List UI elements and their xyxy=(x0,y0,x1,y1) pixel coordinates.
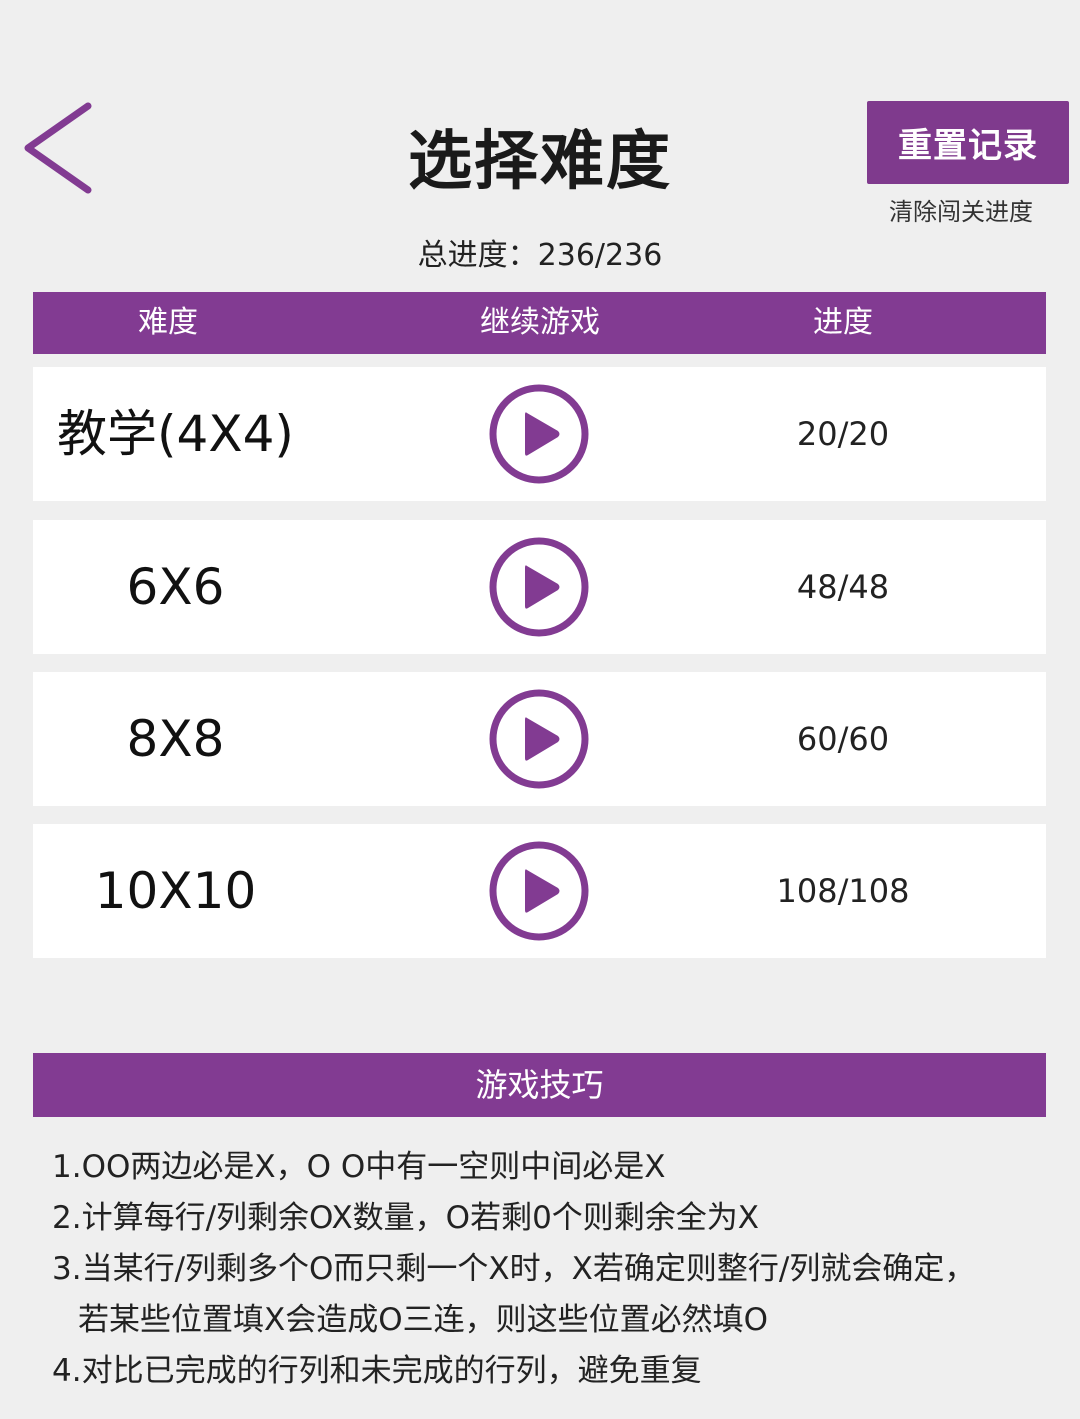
level-progress: 108/108 xyxy=(776,872,910,910)
level-row-6x6[interactable]: 6X6 48/48 xyxy=(33,520,1046,654)
level-name: 8X8 xyxy=(126,710,225,768)
total-progress: 总进度：236/236 xyxy=(417,238,663,273)
play-button[interactable] xyxy=(488,688,590,790)
tip-line: 1.OO两边必是X，O O中有一空则中间必是X xyxy=(52,1149,666,1185)
play-circle-icon xyxy=(489,537,589,637)
header-progress: 进度 xyxy=(813,305,873,340)
header-difficulty: 难度 xyxy=(138,305,198,340)
level-progress: 48/48 xyxy=(796,568,890,606)
level-row-8x8[interactable]: 8X8 60/60 xyxy=(33,672,1046,806)
tip-line: 若某些位置填X会造成O三连，则这些位置必然填O xyxy=(78,1302,769,1338)
level-name: 10X10 xyxy=(94,862,257,920)
reset-hint-text: 清除闯关进度 xyxy=(889,198,1033,226)
reset-records-button[interactable]: 重置记录 xyxy=(867,101,1069,184)
tip-line: 4.对比已完成的行列和未完成的行列，避免重复 xyxy=(52,1353,702,1389)
tips-list: 1.OO两边必是X，O O中有一空则中间必是X 2.计算每行/列剩余OX数量，O… xyxy=(52,1142,1062,1397)
level-progress: 20/20 xyxy=(796,415,890,453)
tip-line: 3.当某行/列剩多个O而只剩一个X时，X若确定则整行/列就会确定， xyxy=(52,1251,976,1287)
header-continue: 继续游戏 xyxy=(480,305,600,340)
play-button[interactable] xyxy=(488,383,590,485)
level-row-10x10[interactable]: 10X10 108/108 xyxy=(33,824,1046,958)
play-button[interactable] xyxy=(488,840,590,942)
level-name: 教学(4X4) xyxy=(57,405,294,463)
play-circle-icon xyxy=(489,841,589,941)
table-header: 难度 继续游戏 进度 xyxy=(33,292,1046,354)
level-name: 6X6 xyxy=(126,558,225,616)
play-circle-icon xyxy=(489,384,589,484)
tips-header: 游戏技巧 xyxy=(33,1053,1046,1117)
play-circle-icon xyxy=(489,689,589,789)
tip-line: 2.计算每行/列剩余OX数量，O若剩0个则剩余全为X xyxy=(52,1200,760,1236)
play-button[interactable] xyxy=(488,536,590,638)
level-row-tutorial[interactable]: 教学(4X4) 20/20 xyxy=(33,367,1046,501)
level-progress: 60/60 xyxy=(796,720,890,758)
